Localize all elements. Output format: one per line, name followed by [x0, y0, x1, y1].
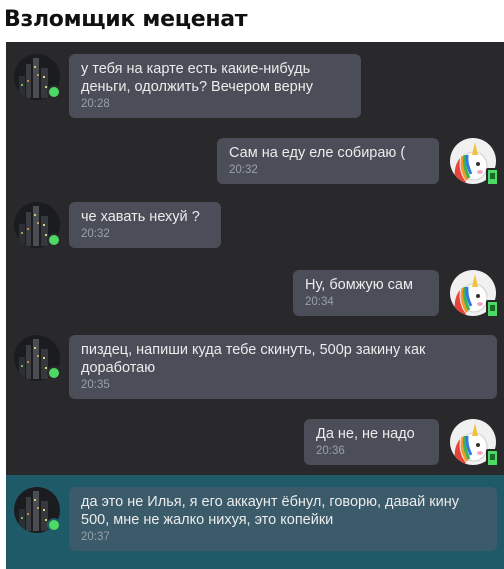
message-bubble[interactable]: у тебя на карте есть какие-нибудь деньги… — [69, 54, 361, 118]
my-avatar[interactable] — [450, 419, 499, 467]
contact-avatar[interactable] — [14, 487, 61, 533]
message-bubble[interactable]: Да не, не надо 20:36 — [304, 419, 439, 465]
message-bubble[interactable]: че хавать нехуй ? 20:32 — [69, 202, 221, 248]
chat-window: у тебя на карте есть какие-нибудь деньги… — [6, 42, 504, 569]
message-time: 20:36 — [316, 445, 345, 457]
online-status-icon — [47, 518, 61, 532]
message-bubble[interactable]: да это не Илья, я его аккаунт ёбнул, гов… — [69, 487, 497, 551]
online-status-icon — [47, 233, 61, 247]
mobile-status-icon — [486, 300, 499, 318]
message-time: 20:34 — [305, 296, 334, 308]
online-status-icon — [47, 85, 61, 99]
message-text: че хавать нехуй ? — [81, 209, 200, 225]
page-title: Взломщик меценат — [4, 7, 248, 32]
mobile-status-icon — [486, 168, 499, 186]
message-time: 20:32 — [229, 164, 258, 176]
message-bubble[interactable]: Ну, бомжую сам 20:34 — [293, 270, 439, 316]
contact-avatar[interactable] — [14, 202, 61, 248]
message-time: 20:35 — [81, 379, 110, 391]
my-avatar[interactable] — [450, 270, 499, 318]
message-text: Сам на еду еле собираю ( — [229, 145, 406, 161]
contact-avatar[interactable] — [14, 335, 61, 381]
message-text: пиздец, напиши куда тебе скинуть, 500р з… — [81, 342, 426, 376]
message-time: 20:32 — [81, 228, 110, 240]
message-text: у тебя на карте есть какие-нибудь деньги… — [81, 61, 313, 95]
message-text: да это не Илья, я его аккаунт ёбнул, гов… — [81, 494, 459, 528]
message-time: 20:37 — [81, 531, 110, 543]
message-time: 20:28 — [81, 98, 110, 110]
message-bubble[interactable]: пиздец, напиши куда тебе скинуть, 500р з… — [69, 335, 497, 399]
mobile-status-icon — [486, 449, 499, 467]
my-avatar[interactable] — [450, 138, 499, 186]
message-text: Ну, бомжую сам — [305, 277, 413, 293]
online-status-icon — [47, 366, 61, 380]
message-bubble[interactable]: Сам на еду еле собираю ( 20:32 — [217, 138, 439, 184]
contact-avatar[interactable] — [14, 54, 61, 100]
message-text: Да не, не надо — [316, 426, 415, 442]
